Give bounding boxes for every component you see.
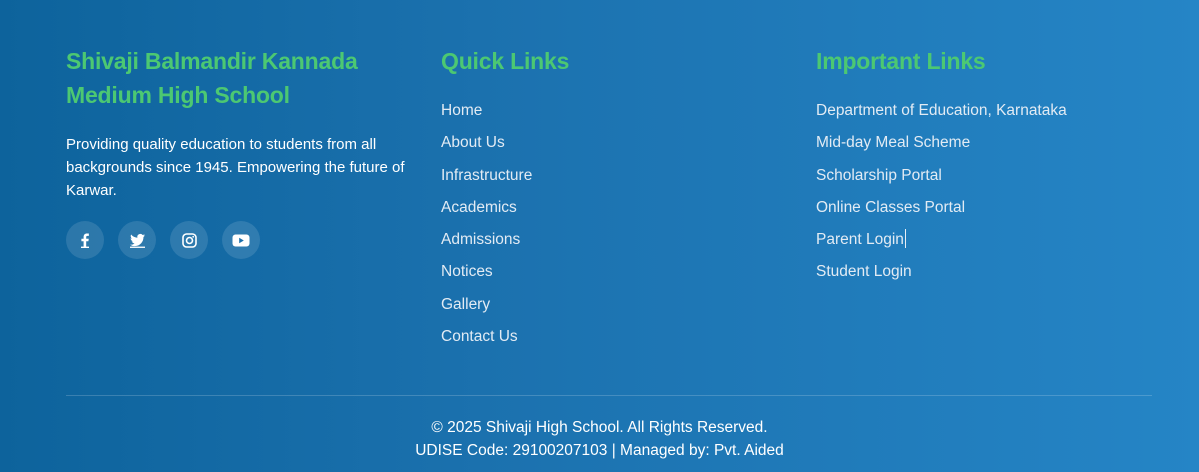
site-footer: Shivaji Balmandir Kannada Medium High Sc…: [0, 0, 1199, 472]
quick-link-label: Home: [441, 102, 483, 119]
social-links: [66, 221, 411, 259]
quick-links-list: Home About Us Infrastructure Academics A…: [441, 100, 741, 358]
youtube-icon: [232, 234, 250, 246]
important-link-label: Mid-day Meal Scheme: [816, 134, 971, 152]
quick-link-label: Notices: [441, 263, 493, 281]
important-link-student-login[interactable]: Student Login: [816, 261, 1156, 293]
important-link-department-of-education[interactable]: Department of Education, Karnataka: [816, 100, 1156, 132]
quick-link-infrastructure[interactable]: Infrastructure: [441, 165, 741, 197]
quick-link-label: Infrastructure: [441, 166, 533, 184]
important-link-label: Scholarship Portal: [816, 166, 942, 184]
important-links-column: Important Links Department of Education,…: [816, 44, 1156, 294]
instagram-icon: [181, 232, 197, 248]
about-column: Shivaji Balmandir Kannada Medium High Sc…: [66, 44, 411, 259]
school-name-line-2: Medium High School: [66, 82, 290, 108]
important-link-parent-login[interactable]: Parent Login: [816, 229, 1156, 261]
facebook-icon: [81, 233, 89, 248]
quick-link-home[interactable]: Home: [441, 100, 741, 132]
quick-link-about-us[interactable]: About Us: [441, 132, 741, 164]
important-link-label: Online Classes Portal: [816, 198, 966, 216]
important-link-online-classes[interactable]: Online Classes Portal: [816, 197, 1156, 229]
footer-divider: [66, 395, 1152, 396]
twitter-link[interactable]: [118, 221, 156, 259]
school-name: Shivaji Balmandir Kannada Medium High Sc…: [66, 44, 411, 112]
facebook-link[interactable]: [66, 221, 104, 259]
youtube-link[interactable]: [222, 221, 260, 259]
quick-links-heading: Quick Links: [441, 48, 570, 74]
quick-link-label: Academics: [441, 198, 517, 216]
important-link-label: Department of Education, Karnataka: [816, 102, 1067, 119]
school-name-line-1: Shivaji Balmandir Kannada: [66, 48, 358, 74]
copyright-text: © 2025 Shivaji High School. All Rights R…: [431, 419, 768, 436]
school-description: Providing quality education to students …: [66, 136, 405, 199]
quick-link-gallery[interactable]: Gallery: [441, 294, 741, 326]
important-link-mid-day-meal[interactable]: Mid-day Meal Scheme: [816, 132, 1156, 164]
important-link-scholarship-portal[interactable]: Scholarship Portal: [816, 165, 1156, 197]
udise-text: UDISE Code: 29100207103 | Managed by: Pv…: [415, 442, 784, 459]
quick-link-label: Admissions: [441, 231, 521, 249]
twitter-icon: [129, 233, 145, 248]
quick-link-label: Contact Us: [441, 328, 518, 346]
instagram-link[interactable]: [170, 221, 208, 259]
quick-links-column: Quick Links Home About Us Infrastructure…: [441, 44, 741, 358]
quick-link-admissions[interactable]: Admissions: [441, 229, 741, 261]
footer-bottom: © 2025 Shivaji High School. All Rights R…: [0, 416, 1199, 462]
quick-link-academics[interactable]: Academics: [441, 197, 741, 229]
quick-link-notices[interactable]: Notices: [441, 261, 741, 293]
quick-link-label: Gallery: [441, 295, 491, 313]
quick-link-contact-us[interactable]: Contact Us: [441, 326, 741, 358]
important-link-label: Student Login: [816, 263, 912, 281]
important-links-list: Department of Education, Karnataka Mid-d…: [816, 100, 1156, 294]
text-cursor: [904, 229, 906, 249]
quick-link-label: About Us: [441, 134, 505, 152]
important-links-heading: Important Links: [816, 48, 986, 74]
important-link-label: Parent Login: [816, 231, 904, 249]
